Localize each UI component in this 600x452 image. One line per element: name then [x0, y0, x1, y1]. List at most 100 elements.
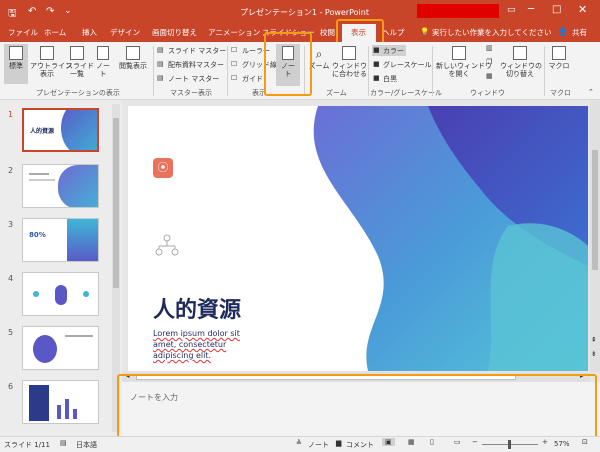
grayscale-button[interactable]: グレースケール [383, 60, 432, 70]
ribbon-separator [368, 46, 369, 96]
bw-button[interactable]: 白黒 [383, 74, 397, 84]
thumb-dot [33, 291, 39, 297]
guides-checkbox[interactable]: ☐ [231, 74, 237, 82]
collapse-ribbon-icon[interactable]: ⌃ [588, 88, 594, 96]
maximize-icon[interactable]: □ [552, 4, 561, 15]
language-indicator[interactable]: 日本語 [76, 440, 97, 450]
redo-icon[interactable]: ↷ [46, 6, 54, 17]
move-split-icon[interactable]: ▦ [486, 72, 493, 80]
normal-view-status-icon[interactable]: ▣ [382, 438, 395, 446]
status-comments-button[interactable]: コメント [346, 440, 374, 450]
user-name-redacted [417, 4, 499, 18]
minimize-icon[interactable]: ─ [528, 4, 534, 15]
slideshow-status-icon[interactable]: ▭ [454, 438, 461, 446]
macro-label: マクロ [548, 62, 570, 70]
zoom-in-icon[interactable]: + [542, 438, 548, 446]
new-window-icon [452, 46, 466, 60]
ribbon-separator [227, 46, 228, 96]
prev-slide-icon[interactable]: ⇞ [591, 336, 597, 344]
gridlines-checkbox[interactable]: ☐ [231, 60, 237, 68]
thumb-text-line [29, 179, 55, 181]
share-icon[interactable]: 👤 [558, 27, 567, 36]
color-button[interactable]: カラー [383, 46, 404, 56]
title-bar: 🖫 ↶ ↷ ⌄ プレゼンテーション1 - PowerPoint ▭ ─ □ ✕ [0, 0, 600, 24]
zoom-percent[interactable]: 57% [554, 440, 570, 448]
thumbnail-slide-3[interactable]: 80% [22, 218, 99, 262]
bw-icon: ■ [373, 74, 380, 82]
outline-view-button[interactable]: アウトライン 表示 [30, 46, 72, 78]
status-notes-button[interactable]: ノート [308, 440, 329, 450]
thumbnail-slide-2[interactable] [22, 164, 99, 208]
tab-design[interactable]: デザイン [110, 27, 140, 38]
tab-review[interactable]: 校閲 [320, 27, 335, 38]
arrange-all-icon[interactable]: ▥ [486, 44, 493, 52]
thumb-image [67, 219, 98, 261]
slide-body[interactable]: Lorem ipsum dolor sit amet, consectetur … [153, 328, 263, 361]
thumb-person [55, 285, 67, 305]
tab-help[interactable]: ヘルプ [382, 27, 405, 38]
normal-view-button[interactable]: 標準 [4, 44, 28, 84]
thumb-image [29, 385, 49, 421]
window-group-label: ウィンドウ [470, 89, 505, 97]
ribbon-display-icon[interactable]: ▭ [507, 5, 516, 15]
blob-shape [488, 223, 588, 371]
ruler-checkbox[interactable]: ☐ [231, 46, 237, 54]
fit-to-window-button[interactable]: ウィンドウ に合わせる [332, 46, 367, 78]
tab-file[interactable]: ファイル [8, 27, 38, 38]
zoom-out-icon[interactable]: − [472, 438, 478, 446]
switch-windows-button[interactable]: ウィンドウの 切り替え [500, 46, 542, 78]
thumb-number: 6 [8, 382, 14, 391]
next-slide-icon[interactable]: ⇟ [591, 350, 597, 358]
slide-master-button[interactable]: スライド マスター [168, 46, 226, 56]
notes-master-button[interactable]: ノート マスター [168, 74, 219, 84]
reading-view-label: 閲覧表示 [119, 62, 147, 70]
thumb-number: 5 [8, 328, 14, 337]
thumb-number: 4 [8, 274, 14, 283]
thumb-blob [61, 110, 97, 150]
thumb-bar [73, 409, 77, 419]
ribbon-separator [432, 46, 433, 96]
tab-insert[interactable]: 挿入 [82, 27, 97, 38]
tab-animations[interactable]: アニメーション [208, 27, 260, 38]
slide-canvas[interactable]: ⦿ 人的資源 Lorem ipsum dolor sit amet, conse… [128, 106, 588, 371]
vertical-scrollbar[interactable]: ⇞ ⇟ [590, 100, 600, 372]
thumb-scrollbar-thumb[interactable] [113, 118, 119, 288]
new-window-button[interactable]: 新しいウィンドウ を開く [436, 46, 492, 78]
notes-page-label: ノー ト [96, 62, 110, 78]
handout-master-button[interactable]: 配布資料マスター [168, 60, 224, 70]
vertical-scrollbar-thumb[interactable] [592, 150, 598, 270]
thumbnail-slide-4[interactable] [22, 272, 99, 316]
customize-icon[interactable]: ⌄ [64, 6, 72, 16]
notes-page-button[interactable]: ノー ト [92, 46, 114, 78]
share-button[interactable]: 共有 [572, 27, 587, 38]
thumb-text-line [65, 335, 93, 337]
reading-view-status-icon[interactable]: ▯ [430, 438, 434, 446]
slide-sorter-label: スライド 一覧 [66, 62, 94, 78]
reading-view-button[interactable]: 閲覧表示 [116, 46, 150, 70]
normal-view-icon [9, 46, 23, 60]
tab-transitions[interactable]: 画面切り替え [152, 27, 197, 38]
zoom-group-label: ズーム [326, 89, 347, 97]
close-icon[interactable]: ✕ [578, 3, 587, 16]
save-icon[interactable]: 🖫 [8, 6, 17, 23]
zoom-slider-thumb[interactable] [508, 440, 511, 449]
undo-icon[interactable]: ↶ [28, 6, 36, 17]
cascade-icon[interactable]: ❐ [486, 58, 492, 66]
sorter-view-status-icon[interactable]: ▦ [408, 438, 415, 446]
thumbnail-slide-5[interactable] [22, 326, 99, 370]
macro-button[interactable]: マクロ [548, 46, 570, 70]
spellcheck-icon[interactable]: ▤ [60, 439, 67, 447]
thumbnail-slide-1[interactable]: 人的資源 [22, 108, 99, 152]
macro-group-label: マクロ [550, 89, 571, 97]
tell-me-input[interactable]: 実行したい作業を入力してください [432, 27, 552, 38]
views-group-label: プレゼンテーションの表示 [36, 89, 120, 97]
ribbon-separator [544, 46, 545, 96]
ribbon-separator [153, 46, 154, 96]
new-window-label: 新しいウィンドウ を開く [436, 62, 492, 78]
thumb-number: 1 [8, 110, 14, 119]
tab-home[interactable]: ホーム [44, 27, 66, 38]
fit-slide-icon[interactable]: ⊡ [582, 438, 588, 446]
slide-title[interactable]: 人的資源 [153, 292, 241, 324]
thumbnail-slide-6[interactable] [22, 380, 99, 424]
slide-sorter-button[interactable]: スライド 一覧 [66, 46, 94, 78]
